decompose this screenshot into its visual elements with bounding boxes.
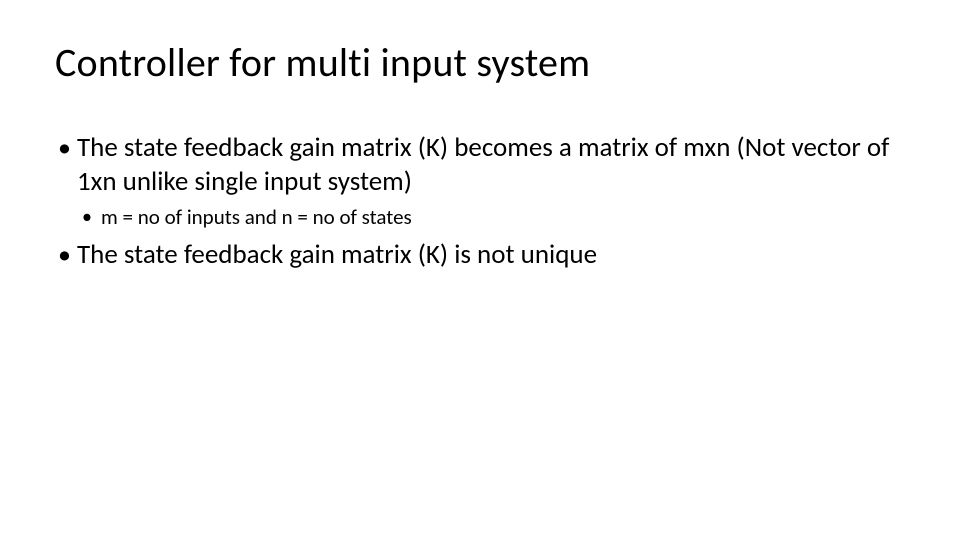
bullet-item-2: The state feedback gain matrix (K) is no… <box>55 238 905 272</box>
bullet-list: The state feedback gain matrix (K) becom… <box>55 131 905 272</box>
slide-title: Controller for multi input system <box>55 38 905 87</box>
slide-container: Controller for multi input system The st… <box>0 0 960 272</box>
bullet-item-1: The state feedback gain matrix (K) becom… <box>55 131 905 199</box>
sub-bullet-1: m = no of inputs and n = no of states <box>55 203 905 232</box>
